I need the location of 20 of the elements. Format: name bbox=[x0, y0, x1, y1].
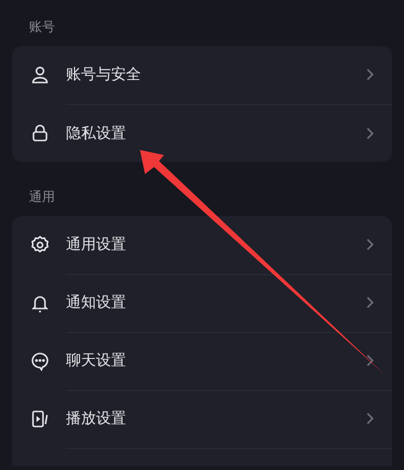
settings-icon bbox=[30, 235, 50, 255]
chevron-right-icon bbox=[366, 412, 374, 425]
setting-label[interactable]: 隐私设置 bbox=[66, 124, 366, 142]
play-device-icon bbox=[30, 409, 50, 429]
chevron-right-icon bbox=[366, 296, 374, 309]
person-icon bbox=[30, 65, 50, 85]
lock-icon bbox=[30, 123, 50, 143]
bell-icon bbox=[30, 293, 50, 313]
setting-label[interactable]: 聊天设置 bbox=[66, 351, 366, 370]
setting-label[interactable]: 播放设置 bbox=[66, 409, 366, 428]
setting-label[interactable]: 通知设置 bbox=[66, 293, 366, 312]
chevron-right-icon bbox=[366, 354, 374, 367]
setting-label[interactable]: 账号与安全 bbox=[66, 65, 366, 84]
chevron-right-icon bbox=[366, 68, 374, 81]
chevron-right-icon bbox=[366, 238, 374, 251]
section-header: 账号 bbox=[28, 19, 56, 37]
chat-icon bbox=[30, 351, 50, 371]
chevron-right-icon bbox=[366, 126, 374, 140]
setting-label[interactable]: 通用设置 bbox=[66, 235, 366, 254]
section-header: 通用 bbox=[28, 189, 56, 207]
